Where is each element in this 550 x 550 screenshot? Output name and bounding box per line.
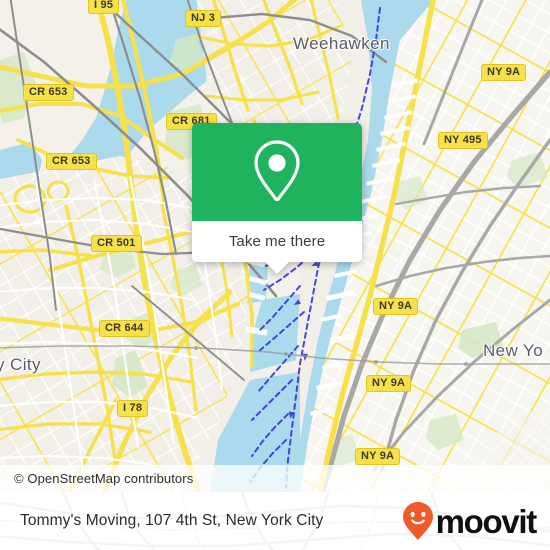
moovit-wordmark: moovit — [435, 502, 538, 540]
road-shield: I 95 — [88, 0, 120, 14]
road-shield: CR 501 — [91, 235, 142, 252]
attribution-text: © OpenStreetMap contributors — [14, 471, 194, 486]
moovit-smiling-pin-icon — [402, 502, 433, 540]
footer-content: Tommy's Moving, 107 4th St, New York Cit… — [0, 492, 550, 550]
map-canvas[interactable]: I 95 NJ 3 CR 653 CR 681 CR 653 CR 501 CR… — [0, 0, 550, 492]
footer-bar: Tommy's Moving, 107 4th St, New York Cit… — [0, 492, 550, 550]
road-shield: I 78 — [117, 400, 149, 417]
place-label-weehawken: Weehawken — [293, 34, 390, 53]
take-me-there-label: Take me there — [228, 233, 326, 250]
road-shield: NY 9A — [373, 298, 419, 315]
road-shield: CR 653 — [46, 153, 97, 170]
map-attribution-bar: © OpenStreetMap contributors — [0, 465, 550, 492]
popup-header — [192, 123, 362, 221]
road-shield: NY 495 — [438, 132, 488, 149]
map-pin-icon — [254, 140, 300, 202]
popup-pointer-tail — [264, 261, 290, 274]
road-shield: NY 9A — [481, 64, 527, 81]
place-label-jersey-city: y City — [0, 355, 41, 374]
moovit-brand: moovit — [402, 501, 538, 541]
moovit-map-screenshot: I 95 NJ 3 CR 653 CR 681 CR 653 CR 501 CR… — [0, 0, 550, 550]
road-shield: NJ 3 — [185, 10, 222, 27]
road-shield: CR 644 — [99, 320, 150, 337]
road-shield: NY 9A — [355, 448, 401, 465]
location-popup-card[interactable]: Take me there — [192, 123, 362, 274]
place-label-new-york: New Yo — [483, 341, 544, 360]
take-me-there-button[interactable]: Take me there — [192, 221, 362, 262]
road-shield: NY 9A — [366, 375, 412, 392]
footer-place-title: Tommy's Moving, 107 4th St, New York Cit… — [20, 512, 324, 529]
road-shield: CR 653 — [23, 84, 74, 101]
